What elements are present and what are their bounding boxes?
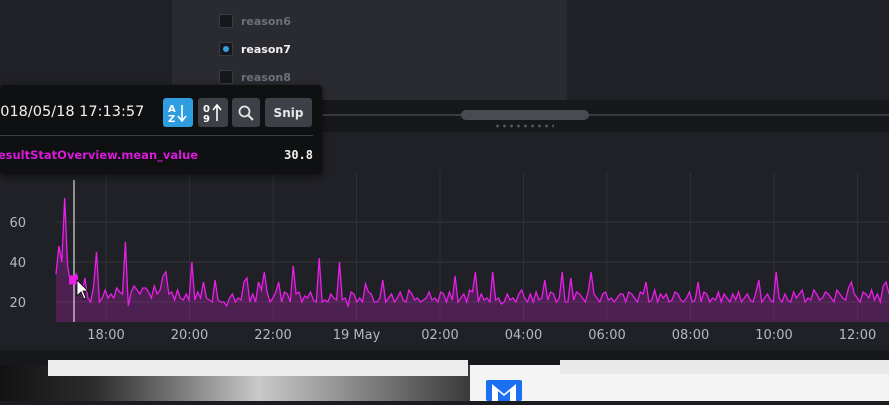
x-tick-label: 08:00: [672, 328, 709, 343]
x-tick-label: 06:00: [588, 328, 625, 343]
x-axis-ticks: 18:00 20:00 22:00 19 May 02:00 04:00 06:00 08:0…: [87, 328, 876, 343]
legend-checkbox[interactable]: [219, 14, 233, 28]
search-button[interactable]: [232, 98, 260, 127]
y-tick-label: 60: [9, 216, 26, 231]
x-tick-label: 18:00: [87, 328, 124, 343]
terminal-window-strip: [48, 360, 468, 376]
x-tick-label: 04:00: [505, 328, 542, 343]
sort-alpha-icon: A Z: [168, 104, 187, 124]
mail-app-icon: [486, 380, 522, 401]
legend-checkbox[interactable]: [219, 70, 233, 84]
series-line: [55, 197, 889, 309]
x-tick-label: 02:00: [421, 328, 458, 343]
legend-item-reason6[interactable]: reason6: [219, 13, 291, 29]
legend-item-reason7[interactable]: reason7: [219, 41, 291, 57]
y-tick-label: 40: [9, 256, 26, 271]
envelope-icon: [492, 384, 516, 401]
x-tick-label: 20:00: [171, 328, 208, 343]
svg-text:Z: Z: [168, 114, 175, 124]
legend-item-reason8[interactable]: reason8: [219, 69, 291, 85]
sort-numeric-button[interactable]: 0 9: [198, 98, 228, 127]
tooltip-series-name: ResultStatOverview.mean_value: [0, 148, 199, 162]
legend-label: reason7: [241, 42, 291, 56]
series-area: [56, 198, 889, 322]
legend-label: reason6: [241, 14, 291, 28]
splitter-handle[interactable]: [461, 110, 589, 120]
tooltip-divider: [0, 135, 313, 136]
x-tick-label: 10:00: [755, 328, 792, 343]
legend-checkbox-selected[interactable]: [219, 42, 233, 56]
y-tick-label: 20: [9, 296, 26, 311]
sort-numeric-icon: 0 9: [203, 103, 222, 124]
search-icon: [238, 105, 254, 121]
legend-label: reason8: [241, 70, 291, 84]
sort-alpha-button[interactable]: A Z: [163, 98, 193, 127]
snip-button[interactable]: Snip: [265, 98, 312, 127]
status-strip: [560, 360, 889, 374]
tooltip-timestamp: 2018/05/18 17:13:57: [0, 104, 145, 120]
x-tick-label: 12:00: [839, 328, 876, 343]
tooltip-series-value: 30.8: [284, 148, 313, 162]
svg-text:9: 9: [203, 114, 210, 124]
y-axis-ticks: 20 40 60: [9, 216, 26, 311]
x-tick-label: 22:00: [254, 328, 291, 343]
splitter-grip-dots[interactable]: [494, 124, 554, 128]
x-tick-label: 19 May: [333, 328, 381, 343]
